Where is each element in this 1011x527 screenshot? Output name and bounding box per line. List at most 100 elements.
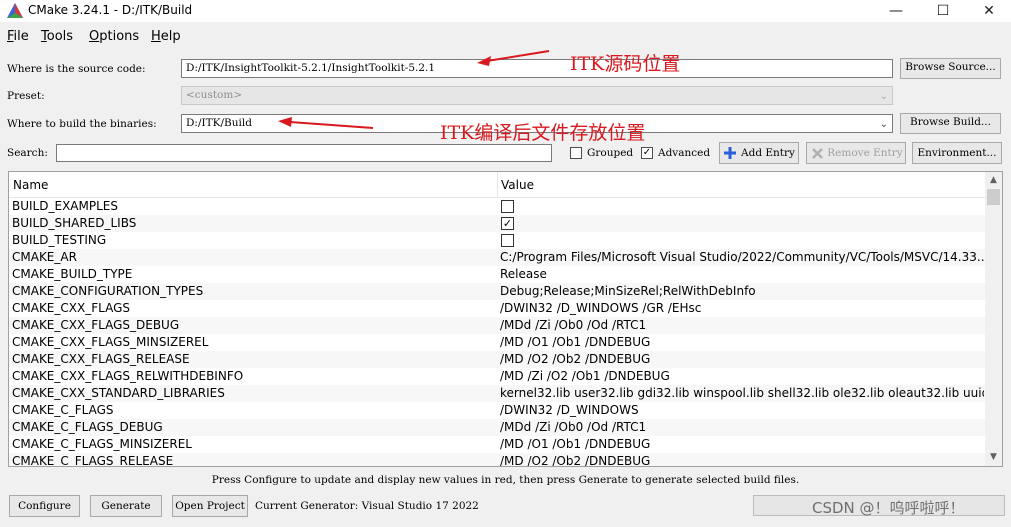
- table-row[interactable]: CMAKE_BUILD_TYPE Release: [9, 266, 986, 283]
- window-title: CMake 3.24.1 - D:/ITK/Build: [28, 3, 193, 17]
- generate-button[interactable]: Generate: [90, 495, 162, 517]
- annotation-build-location: ITK编译后文件存放位置: [440, 122, 646, 144]
- annotation-arrow-source: [477, 50, 550, 66]
- advanced-label: Advanced: [658, 147, 711, 159]
- table-row[interactable]: BUILD_EXAMPLES: [9, 198, 986, 215]
- build-label: Where to build the binaries:: [7, 118, 157, 130]
- cache-variables-table: Name Value BUILD_EXAMPLES BUILD_SHARED_LI…: [8, 171, 1003, 467]
- variable-name: CMAKE_AR: [12, 250, 77, 264]
- scroll-up-icon[interactable]: ▲: [985, 172, 1002, 189]
- variable-value[interactable]: /MDd /Zi /Ob0 /Od /RTC1: [500, 419, 984, 436]
- close-button[interactable]: ✕: [966, 0, 1011, 22]
- variable-name: CMAKE_C_FLAGS_MINSIZEREL: [12, 437, 192, 451]
- menu-tools[interactable]: Tools: [41, 29, 73, 44]
- value-checkbox[interactable]: ✓: [501, 217, 514, 230]
- table-row[interactable]: CMAKE_CXX_FLAGS/DWIN32 /D_WINDOWS /GR /E…: [9, 300, 986, 317]
- title-bar: CMake 3.24.1 - D:/ITK/Build — ☐ ✕: [0, 0, 1011, 22]
- checkmark-icon: ✓: [502, 217, 513, 230]
- variable-name: BUILD_EXAMPLES: [12, 199, 118, 213]
- minimize-button[interactable]: —: [873, 0, 919, 22]
- variable-name: BUILD_SHARED_LIBS: [12, 216, 137, 230]
- variable-name: CMAKE_CXX_FLAGS_RELEASE: [12, 352, 190, 366]
- add-entry-button[interactable]: Add Entry: [719, 142, 799, 164]
- variable-name: BUILD_TESTING: [12, 233, 107, 247]
- variable-name: CMAKE_CXX_STANDARD_LIBRARIES: [12, 386, 225, 400]
- variable-value[interactable]: kernel32.lib user32.lib gdi32.lib winspo…: [500, 385, 984, 402]
- preset-label: Preset:: [7, 90, 45, 102]
- variable-value[interactable]: Debug;Release;MinSizeRel;RelWithDebInfo: [500, 283, 984, 300]
- browse-build-button[interactable]: Browse Build...: [900, 113, 1001, 134]
- variable-value[interactable]: /MD /O1 /Ob1 /DNDEBUG: [500, 436, 984, 453]
- maximize-button[interactable]: ☐: [920, 0, 966, 22]
- variable-name: CMAKE_CXX_FLAGS_RELWITHDEBINFO: [12, 369, 244, 383]
- annotation-arrow-build: [278, 117, 374, 129]
- advanced-checkbox[interactable]: ✓: [641, 147, 653, 159]
- table-row[interactable]: CMAKE_C_FLAGS_DEBUG/MDd /Zi /Ob0 /Od /RT…: [9, 419, 986, 436]
- table-row[interactable]: BUILD_SHARED_LIBS ✓: [9, 215, 986, 232]
- table-row[interactable]: CMAKE_AR C:/Program Files/Microsoft Visua…: [9, 249, 986, 266]
- menu-file[interactable]: File: [7, 29, 29, 44]
- column-divider[interactable]: [497, 172, 498, 198]
- watermark-text: CSDN @！呜呼啦呼！: [812, 499, 965, 517]
- variable-value[interactable]: /MD /Zi /O2 /Ob1 /DNDEBUG: [500, 368, 984, 385]
- value-checkbox[interactable]: [501, 234, 514, 247]
- table-row[interactable]: CMAKE_CXX_FLAGS_RELWITHDEBINFO/MD /Zi /O…: [9, 368, 986, 385]
- menu-help[interactable]: Help: [151, 29, 181, 44]
- configure-button[interactable]: Configure: [9, 495, 80, 517]
- environment-button[interactable]: Environment...: [912, 142, 1002, 164]
- grouped-label: Grouped: [587, 147, 634, 159]
- table-row[interactable]: CMAKE_CXX_FLAGS_MINSIZEREL/MD /O1 /Ob1 /…: [9, 334, 986, 351]
- variable-value[interactable]: C:/Program Files/Microsoft Visual Studio…: [500, 249, 984, 266]
- vertical-scrollbar[interactable]: ▲ ▼: [985, 172, 1002, 466]
- search-label: Search:: [7, 147, 48, 159]
- browse-source-button[interactable]: Browse Source...: [900, 58, 1001, 79]
- table-row[interactable]: BUILD_TESTING: [9, 232, 986, 249]
- table-row[interactable]: CMAKE_CXX_FLAGS_DEBUG/MDd /Zi /Ob0 /Od /…: [9, 317, 986, 334]
- variable-name: CMAKE_CXX_FLAGS_DEBUG: [12, 318, 180, 332]
- add-entry-label: Add Entry: [741, 147, 795, 159]
- menu-options[interactable]: Options: [89, 29, 139, 44]
- scroll-down-icon[interactable]: ▼: [985, 449, 1002, 466]
- variable-value[interactable]: /MD /O2 /Ob2 /DNDEBUG: [500, 453, 984, 466]
- value-checkbox[interactable]: [501, 200, 514, 213]
- chevron-down-icon[interactable]: ⌄: [880, 116, 888, 132]
- table-row[interactable]: CMAKE_CXX_STANDARD_LIBRARIES kernel32.lib…: [9, 385, 986, 402]
- variable-value[interactable]: /MD /O2 /Ob2 /DNDEBUG: [500, 351, 984, 368]
- table-header: Name Value: [9, 172, 986, 198]
- source-label: Where is the source code:: [7, 63, 146, 75]
- table-row[interactable]: CMAKE_C_FLAGS_RELEASE/MD /O2 /Ob2 /DNDEB…: [9, 453, 986, 466]
- table-row[interactable]: CMAKE_C_FLAGS/DWIN32 /D_WINDOWS: [9, 402, 986, 419]
- current-generator: Current Generator: Visual Studio 17 2022: [255, 500, 479, 512]
- table-body: BUILD_EXAMPLES BUILD_SHARED_LIBS ✓ BUILD_TE…: [9, 198, 986, 466]
- column-header-value[interactable]: Value: [501, 178, 534, 192]
- menu-bar: File Tools Options Help: [0, 26, 1011, 46]
- scrollbar-thumb[interactable]: [987, 189, 1000, 205]
- open-project-button[interactable]: Open Project: [172, 495, 248, 517]
- plus-icon: [724, 147, 736, 159]
- column-header-name[interactable]: Name: [13, 178, 48, 192]
- build-path-value: D:/ITK/Build: [186, 117, 252, 129]
- annotation-source-location: ITK源码位置: [570, 53, 681, 75]
- close-icon: ✕: [983, 3, 995, 19]
- table-row[interactable]: CMAKE_CXX_FLAGS_RELEASE/MD /O2 /Ob2 /DND…: [9, 351, 986, 368]
- checkmark-icon: ✓: [642, 147, 652, 158]
- variable-value[interactable]: /DWIN32 /D_WINDOWS: [500, 402, 984, 419]
- grouped-checkbox[interactable]: [570, 147, 582, 159]
- variable-name: CMAKE_CXX_FLAGS_MINSIZEREL: [12, 335, 209, 349]
- variable-name: CMAKE_CXX_FLAGS: [12, 301, 130, 315]
- variable-name: CMAKE_BUILD_TYPE: [12, 267, 133, 281]
- remove-entry-button: Remove Entry: [806, 142, 906, 164]
- status-message: Press Configure to update and display ne…: [211, 474, 800, 486]
- remove-entry-label: Remove Entry: [827, 147, 903, 159]
- table-row[interactable]: CMAKE_C_FLAGS_MINSIZEREL/MD /O1 /Ob1 /DN…: [9, 436, 986, 453]
- variable-value[interactable]: /DWIN32 /D_WINDOWS /GR /EHsc: [500, 300, 984, 317]
- remove-icon: [812, 148, 823, 159]
- search-input[interactable]: [56, 144, 552, 162]
- table-row[interactable]: CMAKE_CONFIGURATION_TYPES Debug;Release;M…: [9, 283, 986, 300]
- cmake-logo-icon: [7, 3, 23, 18]
- variable-value[interactable]: /MDd /Zi /Ob0 /Od /RTC1: [500, 317, 984, 334]
- variable-value[interactable]: Release: [500, 266, 984, 283]
- minimize-icon: —: [889, 3, 903, 19]
- maximize-icon: ☐: [936, 3, 950, 19]
- variable-value[interactable]: /MD /O1 /Ob1 /DNDEBUG: [500, 334, 984, 351]
